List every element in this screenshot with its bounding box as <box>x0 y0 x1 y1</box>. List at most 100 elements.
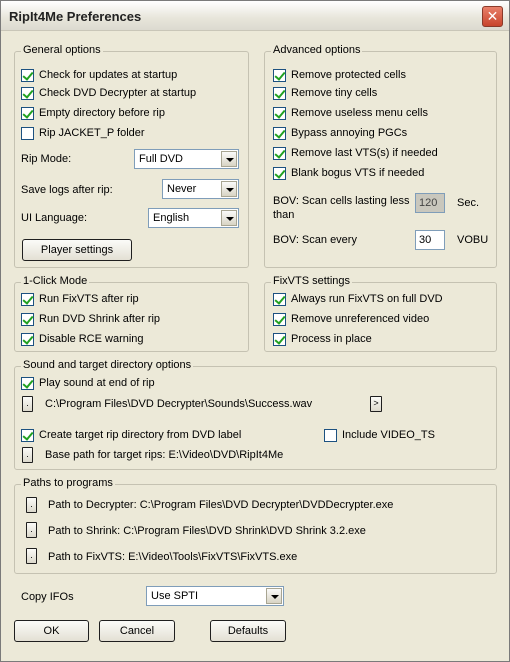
run-fixvts-label: Run FixVTS after rip <box>39 293 139 305</box>
ui-language-label: UI Language: <box>21 212 88 224</box>
play-sound-label: Play sound at end of rip <box>39 377 155 389</box>
defaults-button[interactable]: Defaults <box>210 620 286 642</box>
save-logs-value: Never <box>167 183 197 195</box>
process-in-place-option[interactable]: Process in place <box>273 331 372 347</box>
bov-cells-label-cont: than <box>273 209 295 221</box>
blank-bogus-vts-checkbox[interactable] <box>273 166 286 180</box>
remove-tiny-cells-checkbox[interactable] <box>273 86 286 100</box>
bov-cells-label: BOV: Scan cells lasting less <box>273 195 410 207</box>
fixvts-browse-button[interactable]: . <box>26 548 37 564</box>
shrink-path: Path to Shrink: C:\Program Files\DVD Shr… <box>48 525 366 537</box>
always-run-fixvts-label: Always run FixVTS on full DVD <box>291 293 443 305</box>
disable-rce-checkbox[interactable] <box>21 332 34 346</box>
sound-path: C:\Program Files\DVD Decrypter\Sounds\Su… <box>45 398 313 410</box>
ui-language-value: English <box>153 212 190 224</box>
play-sound-option[interactable]: Play sound at end of rip <box>21 375 155 391</box>
copy-ifos-select[interactable]: Use SPTI <box>146 586 284 606</box>
copy-ifos-value: Use SPTI <box>151 590 199 602</box>
ok-button[interactable]: OK <box>14 620 89 642</box>
sound-browse-button[interactable]: . <box>22 396 33 412</box>
bov-cells-input[interactable]: 120 <box>415 193 445 213</box>
rip-mode-select[interactable]: Full DVD <box>134 149 239 169</box>
rip-jacket-checkbox[interactable] <box>21 126 34 140</box>
save-logs-label: Save logs after rip: <box>21 184 113 196</box>
bov-scan-unit: VOBU <box>457 234 489 246</box>
create-target-dir-option[interactable]: Create target rip directory from DVD lab… <box>21 427 241 443</box>
copy-ifos-label: Copy IFOs <box>21 591 74 603</box>
run-fixvts-checkbox[interactable] <box>21 292 34 306</box>
process-in-place-label: Process in place <box>291 333 372 345</box>
check-dvd-decrypter-option[interactable]: Check DVD Decrypter at startup <box>21 85 196 101</box>
window-title: RipIt4Me Preferences <box>9 9 142 24</box>
check-updates-checkbox[interactable] <box>21 68 34 82</box>
chevron-down-icon[interactable] <box>221 151 237 167</box>
remove-unreferenced-video-label: Remove unreferenced video <box>291 313 430 325</box>
remove-useless-menu-cells-option[interactable]: Remove useless menu cells <box>273 105 428 121</box>
always-run-fixvts-option[interactable]: Always run FixVTS on full DVD <box>273 291 443 307</box>
remove-protected-cells-option[interactable]: Remove protected cells <box>273 67 406 83</box>
remove-protected-cells-checkbox[interactable] <box>273 68 286 82</box>
fixvts-path: Path to FixVTS: E:\Video\Tools\FixVTS\Fi… <box>48 551 298 563</box>
disable-rce-label: Disable RCE warning <box>39 333 144 345</box>
create-target-dir-checkbox[interactable] <box>21 428 34 442</box>
bypass-pgcs-label: Bypass annoying PGCs <box>291 127 408 139</box>
advanced-options-title: Advanced options <box>271 44 363 56</box>
bypass-pgcs-option[interactable]: Bypass annoying PGCs <box>273 125 407 141</box>
bov-scan-input[interactable]: 30 <box>415 230 445 250</box>
player-settings-button[interactable]: Player settings <box>22 239 132 261</box>
remove-protected-cells-label: Remove protected cells <box>291 69 406 81</box>
title-bar: RipIt4Me Preferences ✕ <box>1 1 509 31</box>
bov-cells-unit: Sec. <box>457 197 480 209</box>
rip-mode-value: Full DVD <box>139 153 184 165</box>
disable-rce-option[interactable]: Disable RCE warning <box>21 331 144 347</box>
rip-mode-label: Rip Mode: <box>21 153 72 165</box>
one-click-mode-title: 1-Click Mode <box>21 275 90 287</box>
check-dvd-decrypter-checkbox[interactable] <box>21 86 34 100</box>
empty-directory-checkbox[interactable] <box>21 106 34 120</box>
remove-last-vts-checkbox[interactable] <box>273 146 286 160</box>
play-sound-button[interactable]: > <box>370 396 382 412</box>
include-video-ts-option[interactable]: Include VIDEO_TS <box>324 427 435 443</box>
bypass-pgcs-checkbox[interactable] <box>273 126 286 140</box>
play-sound-checkbox[interactable] <box>21 376 34 390</box>
sound-target-title: Sound and target directory options <box>21 359 194 371</box>
run-dvd-shrink-option[interactable]: Run DVD Shrink after rip <box>21 311 160 327</box>
remove-unreferenced-video-option[interactable]: Remove unreferenced video <box>273 311 429 327</box>
remove-last-vts-option[interactable]: Remove last VTS(s) if needed <box>273 145 438 161</box>
ui-language-select[interactable]: English <box>148 208 239 228</box>
include-video-ts-label: Include VIDEO_TS <box>342 429 435 441</box>
save-logs-select[interactable]: Never <box>162 179 239 199</box>
fixvts-settings-title: FixVTS settings <box>271 275 353 287</box>
remove-tiny-cells-option[interactable]: Remove tiny cells <box>273 85 377 101</box>
shrink-browse-button[interactable]: . <box>26 522 37 538</box>
decrypter-path: Path to Decrypter: C:\Program Files\DVD … <box>48 499 394 511</box>
blank-bogus-vts-option[interactable]: Blank bogus VTS if needed <box>273 165 424 181</box>
check-updates-label: Check for updates at startup <box>39 69 178 81</box>
remove-tiny-cells-label: Remove tiny cells <box>291 87 378 99</box>
empty-directory-label: Empty directory before rip <box>39 107 165 119</box>
rip-jacket-option[interactable]: Rip JACKET_P folder <box>21 125 145 141</box>
check-updates-option[interactable]: Check for updates at startup <box>21 67 177 83</box>
blank-bogus-vts-label: Blank bogus VTS if needed <box>291 167 425 179</box>
general-options-title: General options <box>21 44 103 56</box>
bov-scan-label: BOV: Scan every <box>273 234 357 246</box>
run-fixvts-option[interactable]: Run FixVTS after rip <box>21 291 139 307</box>
always-run-fixvts-checkbox[interactable] <box>273 292 286 306</box>
check-dvd-decrypter-label: Check DVD Decrypter at startup <box>39 87 197 99</box>
chevron-down-icon[interactable] <box>266 588 282 604</box>
process-in-place-checkbox[interactable] <box>273 332 286 346</box>
remove-last-vts-label: Remove last VTS(s) if needed <box>291 147 438 159</box>
paths-title: Paths to programs <box>21 477 115 489</box>
remove-useless-menu-cells-checkbox[interactable] <box>273 106 286 120</box>
remove-unreferenced-video-checkbox[interactable] <box>273 312 286 326</box>
decrypter-browse-button[interactable]: . <box>26 497 37 513</box>
chevron-down-icon[interactable] <box>221 210 237 226</box>
include-video-ts-checkbox[interactable] <box>324 428 337 442</box>
chevron-down-icon[interactable] <box>221 181 237 197</box>
cancel-button[interactable]: Cancel <box>99 620 175 642</box>
run-dvd-shrink-checkbox[interactable] <box>21 312 34 326</box>
base-path-browse-button[interactable]: . <box>22 447 33 463</box>
close-button[interactable]: ✕ <box>482 6 503 27</box>
remove-useless-menu-cells-label: Remove useless menu cells <box>291 107 428 119</box>
empty-directory-option[interactable]: Empty directory before rip <box>21 105 165 121</box>
